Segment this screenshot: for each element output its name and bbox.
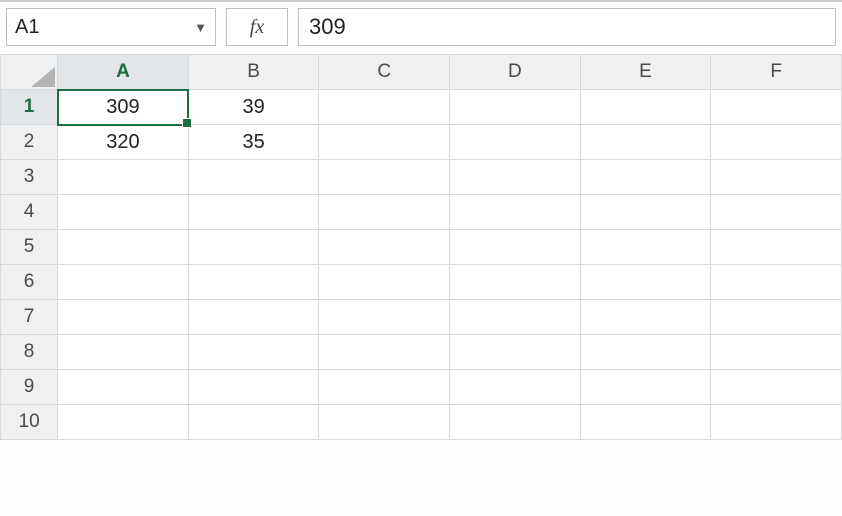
- cell-D6[interactable]: [450, 265, 581, 300]
- cell-F10[interactable]: [711, 405, 842, 440]
- name-box-value: A1: [15, 16, 39, 39]
- cell-E7[interactable]: [580, 300, 711, 335]
- cell-E4[interactable]: [580, 195, 711, 230]
- row-header-2[interactable]: 2: [1, 125, 58, 160]
- cell-E5[interactable]: [580, 230, 711, 265]
- cell-A1[interactable]: 309: [58, 90, 189, 125]
- cell-C2[interactable]: [319, 125, 450, 160]
- cell-C7[interactable]: [319, 300, 450, 335]
- cell-C5[interactable]: [319, 230, 450, 265]
- column-header-A[interactable]: A: [58, 55, 189, 90]
- cell-C3[interactable]: [319, 160, 450, 195]
- cell-F3[interactable]: [711, 160, 842, 195]
- cell-F8[interactable]: [711, 335, 842, 370]
- column-header-E[interactable]: E: [580, 55, 711, 90]
- sheet-table: ABCDEF 130939 232035 345678910: [0, 54, 842, 440]
- cell-F6[interactable]: [711, 265, 842, 300]
- cell-D2[interactable]: [450, 125, 581, 160]
- cell-B6[interactable]: [188, 265, 319, 300]
- cell-B9[interactable]: [188, 370, 319, 405]
- cell-C6[interactable]: [319, 265, 450, 300]
- column-header-D[interactable]: D: [450, 55, 581, 90]
- cell-E3[interactable]: [580, 160, 711, 195]
- cell-F9[interactable]: [711, 370, 842, 405]
- cell-A10[interactable]: [58, 405, 189, 440]
- cell-D5[interactable]: [450, 230, 581, 265]
- cell-C4[interactable]: [319, 195, 450, 230]
- cell-F5[interactable]: [711, 230, 842, 265]
- cell-B2[interactable]: 35: [188, 125, 319, 160]
- cell-E1[interactable]: [580, 90, 711, 125]
- cell-A2[interactable]: 320: [58, 125, 189, 160]
- cell-C1[interactable]: [319, 90, 450, 125]
- row-header-9[interactable]: 9: [1, 370, 58, 405]
- formula-input[interactable]: 309: [298, 8, 836, 46]
- spreadsheet-grid: ABCDEF 130939 232035 345678910: [0, 54, 842, 440]
- cell-B7[interactable]: [188, 300, 319, 335]
- cell-A6[interactable]: [58, 265, 189, 300]
- cell-D4[interactable]: [450, 195, 581, 230]
- cell-D7[interactable]: [450, 300, 581, 335]
- column-header-F[interactable]: F: [711, 55, 842, 90]
- cell-A7[interactable]: [58, 300, 189, 335]
- cell-E8[interactable]: [580, 335, 711, 370]
- row-header-7[interactable]: 7: [1, 300, 58, 335]
- row-header-8[interactable]: 8: [1, 335, 58, 370]
- fx-button[interactable]: fx: [226, 8, 288, 46]
- cell-F2[interactable]: [711, 125, 842, 160]
- cell-B1[interactable]: 39: [188, 90, 319, 125]
- cell-D1[interactable]: [450, 90, 581, 125]
- cell-E9[interactable]: [580, 370, 711, 405]
- cell-E10[interactable]: [580, 405, 711, 440]
- formula-bar-row: A1 ▼ fx 309: [0, 0, 842, 54]
- select-all-corner[interactable]: [1, 55, 58, 90]
- cell-C10[interactable]: [319, 405, 450, 440]
- cell-E2[interactable]: [580, 125, 711, 160]
- name-box[interactable]: A1 ▼: [6, 8, 216, 46]
- cell-A5[interactable]: [58, 230, 189, 265]
- row-header-1[interactable]: 1: [1, 90, 58, 125]
- cell-A3[interactable]: [58, 160, 189, 195]
- row-header-4[interactable]: 4: [1, 195, 58, 230]
- column-header-C[interactable]: C: [319, 55, 450, 90]
- cell-C8[interactable]: [319, 335, 450, 370]
- cell-B4[interactable]: [188, 195, 319, 230]
- cell-B10[interactable]: [188, 405, 319, 440]
- row-header-6[interactable]: 6: [1, 265, 58, 300]
- row-header-3[interactable]: 3: [1, 160, 58, 195]
- formula-value: 309: [309, 14, 346, 40]
- cell-A4[interactable]: [58, 195, 189, 230]
- cell-E6[interactable]: [580, 265, 711, 300]
- cell-B5[interactable]: [188, 230, 319, 265]
- cell-B8[interactable]: [188, 335, 319, 370]
- cell-A9[interactable]: [58, 370, 189, 405]
- cell-F4[interactable]: [711, 195, 842, 230]
- cell-F1[interactable]: [711, 90, 842, 125]
- cell-C9[interactable]: [319, 370, 450, 405]
- cell-D9[interactable]: [450, 370, 581, 405]
- row-header-5[interactable]: 5: [1, 230, 58, 265]
- cell-B3[interactable]: [188, 160, 319, 195]
- row-header-10[interactable]: 10: [1, 405, 58, 440]
- cell-D8[interactable]: [450, 335, 581, 370]
- chevron-down-icon[interactable]: ▼: [194, 20, 207, 35]
- cell-D10[interactable]: [450, 405, 581, 440]
- cell-A8[interactable]: [58, 335, 189, 370]
- cell-F7[interactable]: [711, 300, 842, 335]
- fx-label: fx: [250, 16, 264, 39]
- column-header-B[interactable]: B: [188, 55, 319, 90]
- cell-D3[interactable]: [450, 160, 581, 195]
